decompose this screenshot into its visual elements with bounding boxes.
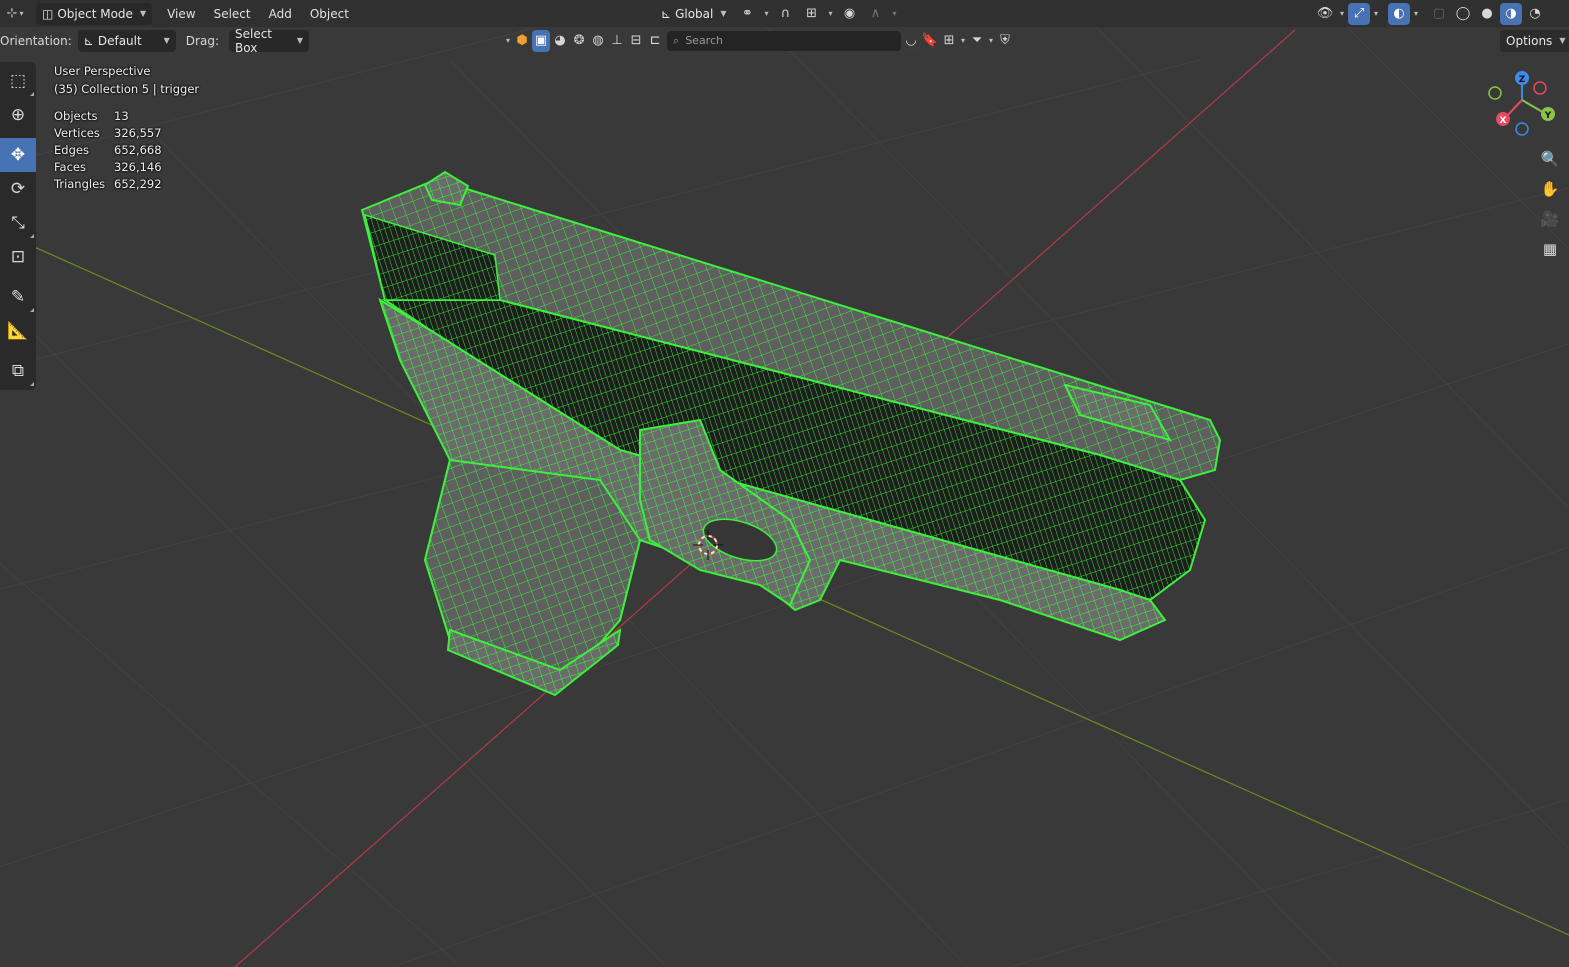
options-label: Options (1506, 33, 1553, 48)
rendered-shading-icon[interactable]: ◔ (1524, 3, 1546, 25)
scene-statistics: Objects 13 Vertices 326,557 Edges 652,668 F… (54, 108, 199, 193)
orientation-label: Orientation: (0, 33, 72, 48)
drag-select[interactable]: Select Box ▼ (228, 26, 309, 55)
shield-icon[interactable]: ⛨ (996, 30, 1014, 52)
mode-select[interactable]: ◫ Object Mode ▼ (36, 2, 153, 25)
view-name: User Perspective (54, 64, 151, 78)
transform-orientation-label: Global (675, 6, 714, 21)
grid-perspective-icon[interactable]: ▦ (1536, 236, 1564, 262)
transform-orientation-select[interactable]: ⊾ Global ▼ (655, 3, 733, 25)
grip (423, 458, 642, 692)
sphere-icon[interactable]: ◕ (551, 30, 569, 52)
wireframe-shading-icon[interactable]: ◯ (1452, 3, 1474, 25)
y-axis-label: Y (1544, 111, 1552, 121)
cursor-tool[interactable]: ⊕ (0, 98, 36, 132)
stat-row: Triangles 652,292 (54, 177, 162, 191)
orientation-icon: ⊾ (661, 6, 672, 21)
xray-toggle-icon[interactable]: ▢ (1428, 3, 1450, 25)
transform-tool[interactable]: ⊡ (0, 240, 36, 274)
move-tool[interactable]: ✥ (0, 138, 36, 172)
menu-object[interactable]: Object (301, 3, 358, 25)
stat-row: Vertices 326,557 (54, 126, 162, 140)
viewport-info-overlay: User Perspective (35) Collection 5 | tri… (54, 62, 199, 193)
neg-y-handle (1488, 86, 1502, 100)
transform-icon: ⊡ (10, 247, 26, 267)
move-icon: ✥ (10, 145, 26, 165)
menu-add[interactable]: Add (260, 3, 301, 25)
constraint-icon[interactable]: ⊥ (608, 30, 626, 52)
particles-icon[interactable]: ❂ (570, 30, 588, 52)
rotate-tool[interactable]: ⟳ (0, 172, 36, 206)
select-object-icon[interactable]: ▣ (532, 29, 551, 52)
orientation-value: Default (97, 33, 142, 48)
menu-view[interactable]: View (158, 3, 204, 25)
drag-value: Select Box (234, 26, 273, 55)
scale-tool[interactable]: ⤡ (0, 206, 36, 240)
magnet-icon[interactable]: ∩ (775, 3, 797, 25)
add-cube-icon: ⧉ (11, 361, 25, 381)
neg-x-handle (1533, 81, 1547, 95)
x-axis-label: X (1500, 116, 1507, 126)
tool-settings-header: Orientation: ⊾ Default ▼ Drag: Select Bo… (0, 26, 1569, 55)
viewport-header: ⊹ ▾ ◫ Object Mode ▼ View Select Add Objec… (0, 0, 1569, 27)
mode-label: Object Mode (57, 6, 133, 21)
falloff-icon[interactable]: ∧ (865, 3, 887, 25)
restrict-icon[interactable]: ◡ (902, 29, 921, 52)
rotate-icon: ⟳ (10, 179, 26, 199)
neg-z-handle (1515, 122, 1529, 136)
measure-tool[interactable]: 📐 (0, 314, 36, 348)
data-icon[interactable]: ⊏ (646, 30, 664, 52)
visibility-icon[interactable]: 👁 (1314, 3, 1336, 25)
hand-pan-icon[interactable]: ✋ (1536, 176, 1564, 202)
outliner-filter-icon[interactable]: ⬢ (513, 30, 531, 52)
material-icon[interactable]: ◍ (589, 30, 607, 52)
collection-info: (35) Collection 5 | trigger (54, 82, 200, 96)
zoom-icon[interactable]: 🔍 (1536, 146, 1564, 172)
editor-type-icon[interactable]: ⊹ ▾ (2, 3, 30, 25)
modifier-icon[interactable]: ⊟ (627, 30, 645, 52)
z-axis-label: Z (1519, 75, 1526, 85)
select-box-tool[interactable]: ⬚ (0, 64, 36, 98)
circle-dot-icon[interactable]: ◉ (839, 3, 861, 25)
toolbar: ⬚ ⊕ ✥ ⟳ ⤡ ⊡ ✎ 📐 ⧉ (0, 62, 36, 390)
pivot-point-icon[interactable]: ⚭ (737, 3, 759, 25)
ruler-icon: 📐 (7, 321, 29, 341)
object-mode-icon: ◫ (42, 6, 54, 21)
bookmark-icon[interactable]: 🔖 (921, 30, 939, 52)
material-shading-icon[interactable]: ◑ (1500, 2, 1523, 25)
cursor-icon: ⊕ (10, 105, 26, 125)
annotate-tool[interactable]: ✎ (0, 280, 36, 314)
viewport-3d[interactable] (0, 0, 1569, 967)
hierarchy-icon[interactable]: ⊞ (940, 30, 958, 52)
solid-shading-icon[interactable]: ● (1476, 3, 1498, 25)
overlays-toggle-icon[interactable]: ◐ (1388, 2, 1411, 25)
gizmo-toggle-icon[interactable]: ⤢ (1348, 2, 1371, 25)
stat-row: Objects 13 (54, 109, 129, 123)
drag-label: Drag: (185, 33, 219, 48)
navigation-tools: 🔍 ✋ 🎥 ▦ (1536, 146, 1564, 262)
search-placeholder: Search (685, 34, 723, 47)
search-icon: ⌕ (673, 33, 680, 47)
funnel-icon[interactable]: ⏷ (968, 30, 986, 52)
camera-icon[interactable]: 🎥 (1536, 206, 1564, 232)
pistol-wireframe-model[interactable] (360, 170, 1222, 697)
chevron-down-icon: ▼ (139, 9, 147, 18)
stat-row: Faces 326,146 (54, 160, 162, 174)
filter-dropdown-icon[interactable]: ▾ (506, 36, 510, 45)
axis-icon: ⊾ (83, 33, 94, 48)
options-button[interactable]: Options ▼ (1500, 29, 1569, 52)
menu-select[interactable]: Select (205, 3, 260, 25)
select-box-icon: ⬚ (9, 71, 27, 91)
stat-row: Edges 652,668 (54, 143, 162, 157)
orientation-select[interactable]: ⊾ Default ▼ (77, 29, 176, 52)
rear-sight (423, 170, 470, 207)
navigation-gizmo[interactable]: Z Y X (1480, 64, 1560, 144)
snap-target-icon[interactable]: ⊞ (801, 3, 823, 25)
scale-icon: ⤡ (11, 213, 25, 233)
add-cube-tool[interactable]: ⧉ (0, 354, 36, 388)
pencil-icon: ✎ (10, 287, 26, 307)
search-input[interactable]: ⌕ Search (667, 30, 902, 51)
